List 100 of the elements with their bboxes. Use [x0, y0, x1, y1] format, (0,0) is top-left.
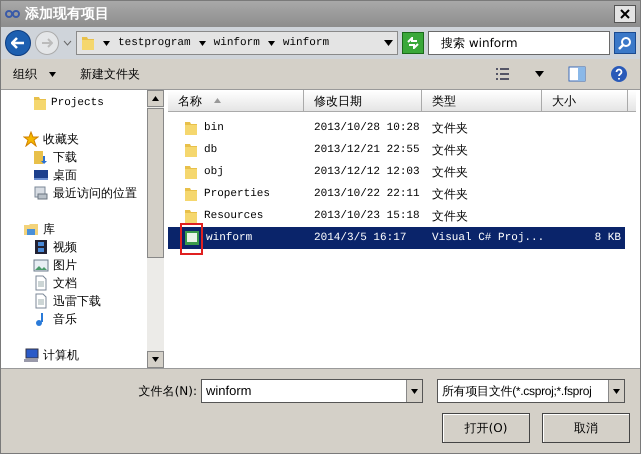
column-header[interactable]: 名称 [168, 90, 304, 111]
date-cell-text: 2013/10/22 22:11 [313, 186, 421, 202]
refresh-button[interactable] [402, 32, 424, 54]
sidebar-item[interactable]: 库 [9, 220, 147, 238]
film-icon [33, 239, 49, 255]
close-icon [620, 9, 630, 19]
folder-icon [184, 142, 198, 158]
caret-icon [49, 72, 56, 76]
sidebar-item[interactable]: 文档 [9, 274, 147, 292]
sidebar-item[interactable]: 计算机 [9, 346, 147, 364]
folder-icon [184, 186, 198, 202]
file-type-combo[interactable]: 所有项目文件(*.csproj;*.fsproj [437, 379, 625, 403]
search-button[interactable] [614, 32, 636, 54]
highlight-frame [180, 223, 203, 255]
dropdown-caret-icon[interactable] [384, 40, 393, 46]
file-row[interactable]: winform 2014/3/5 16:17 Visual C# Proj... 8 KB [168, 227, 625, 249]
breadcrumb-caret-icon [268, 40, 275, 46]
sort-arrow-icon [214, 98, 221, 103]
download-folder-icon [33, 149, 49, 165]
type-cell-text: 文件夹 [431, 208, 469, 225]
breadcrumb[interactable]: testprogram [118, 34, 191, 52]
type-cell-text: Visual C# Proj... [431, 230, 546, 246]
file-row[interactable]: obj 2013/12/12 12:03 文件夹 [168, 161, 625, 183]
size-cell-text: 8 KB [594, 230, 622, 246]
breadcrumb[interactable]: winform [214, 34, 260, 52]
folder-icon [81, 35, 95, 51]
sidebar-item[interactable]: 最近访问的位置 [9, 184, 147, 202]
combo-caret[interactable] [406, 380, 422, 402]
caret-icon [411, 388, 418, 394]
sidebar-item[interactable]: 下载 [9, 148, 147, 166]
file-row[interactable]: bin 2013/10/28 10:28 文件夹 [168, 117, 625, 139]
desktop-icon [33, 167, 49, 183]
type-cell-text: 文件夹 [431, 142, 469, 159]
window-title: 添加现有项目 [25, 4, 110, 24]
folder-icon [184, 208, 198, 224]
help-icon[interactable] [610, 65, 628, 83]
cancel-button[interactable]: 取消 [542, 413, 630, 443]
file-name: bin [204, 120, 224, 136]
sidebar-scrollbar[interactable] [147, 90, 164, 368]
sidebar-item[interactable]: 桌面 [9, 166, 147, 184]
document-icon [33, 293, 49, 309]
right-arrow-icon [41, 38, 53, 48]
file-row[interactable]: Properties 2013/10/22 22:11 文件夹 [168, 183, 625, 205]
sidebar-item[interactable]: 音乐 [9, 310, 147, 328]
app-icon [5, 9, 21, 19]
column-header[interactable]: 大小 [542, 90, 628, 111]
filename-label: 文件名(N): [138, 383, 197, 400]
view-list-icon[interactable] [495, 67, 511, 81]
library-icon [23, 221, 39, 237]
breadcrumb[interactable]: winform [282, 34, 330, 52]
search-icon [618, 36, 632, 50]
date-cell-text: 2014/3/5 16:17 [313, 230, 408, 246]
open-button[interactable]: 打开(O) [442, 413, 530, 443]
new-folder-button[interactable]: 新建文件夹 [80, 65, 140, 83]
date-cell-text: 2013/10/28 10:28 [313, 120, 421, 136]
folder-icon [33, 95, 47, 111]
file-name: db [204, 142, 218, 158]
type-cell-text: 文件夹 [431, 186, 469, 203]
history-caret-icon[interactable] [63, 40, 72, 46]
caret-icon [613, 388, 620, 394]
sidebar-item[interactable]: 图片 [9, 256, 147, 274]
preview-pane-icon[interactable] [568, 66, 586, 82]
scroll-down-icon [152, 357, 159, 362]
combo-caret[interactable] [608, 380, 624, 402]
file-row[interactable]: db 2013/12/21 22:55 文件夹 [168, 139, 625, 161]
file-name: winform [206, 230, 252, 246]
type-cell-text: 文件夹 [431, 164, 469, 181]
picture-icon [33, 257, 49, 273]
sidebar-item[interactable]: 迅雷下载 [9, 292, 147, 310]
breadcrumb-caret-icon [103, 40, 110, 46]
sidebar-item[interactable]: 收藏夹 [9, 130, 147, 148]
document-icon [33, 275, 49, 291]
file-name: obj [204, 164, 224, 180]
file-name: Properties [204, 186, 270, 202]
organize-menu[interactable]: 组织 [13, 65, 56, 83]
file-name: Resources [204, 208, 264, 224]
column-header[interactable]: 类型 [422, 90, 542, 111]
back-button[interactable] [5, 30, 31, 56]
date-cell-text: 2013/10/23 15:18 [313, 208, 421, 224]
view-caret-icon[interactable] [535, 71, 544, 77]
search-field[interactable]: 搜索 winform [428, 31, 610, 55]
sidebar-item[interactable]: Projects [9, 94, 147, 112]
column-header[interactable]: 修改日期 [304, 90, 422, 111]
date-cell-text: 2013/12/21 22:55 [313, 142, 421, 158]
type-cell-text: 文件夹 [431, 120, 469, 137]
computer-icon [23, 347, 39, 363]
file-row[interactable]: Resources 2013/10/23 15:18 文件夹 [168, 205, 625, 227]
refresh-arrows-icon [406, 37, 420, 49]
folder-icon [184, 120, 198, 136]
recent-places-icon [33, 185, 49, 201]
star-icon [23, 131, 39, 147]
sidebar-item[interactable]: 视频 [9, 238, 147, 256]
csharp-project-icon [184, 230, 200, 246]
address-bar[interactable]: testprogram winform winform [76, 31, 398, 55]
folder-icon [184, 164, 198, 180]
scroll-up-icon [152, 96, 159, 101]
close-button[interactable] [614, 5, 636, 23]
left-arrow-icon [11, 37, 25, 49]
date-cell-text: 2013/12/12 12:03 [313, 164, 421, 180]
filename-combo[interactable]: winform [201, 379, 423, 403]
